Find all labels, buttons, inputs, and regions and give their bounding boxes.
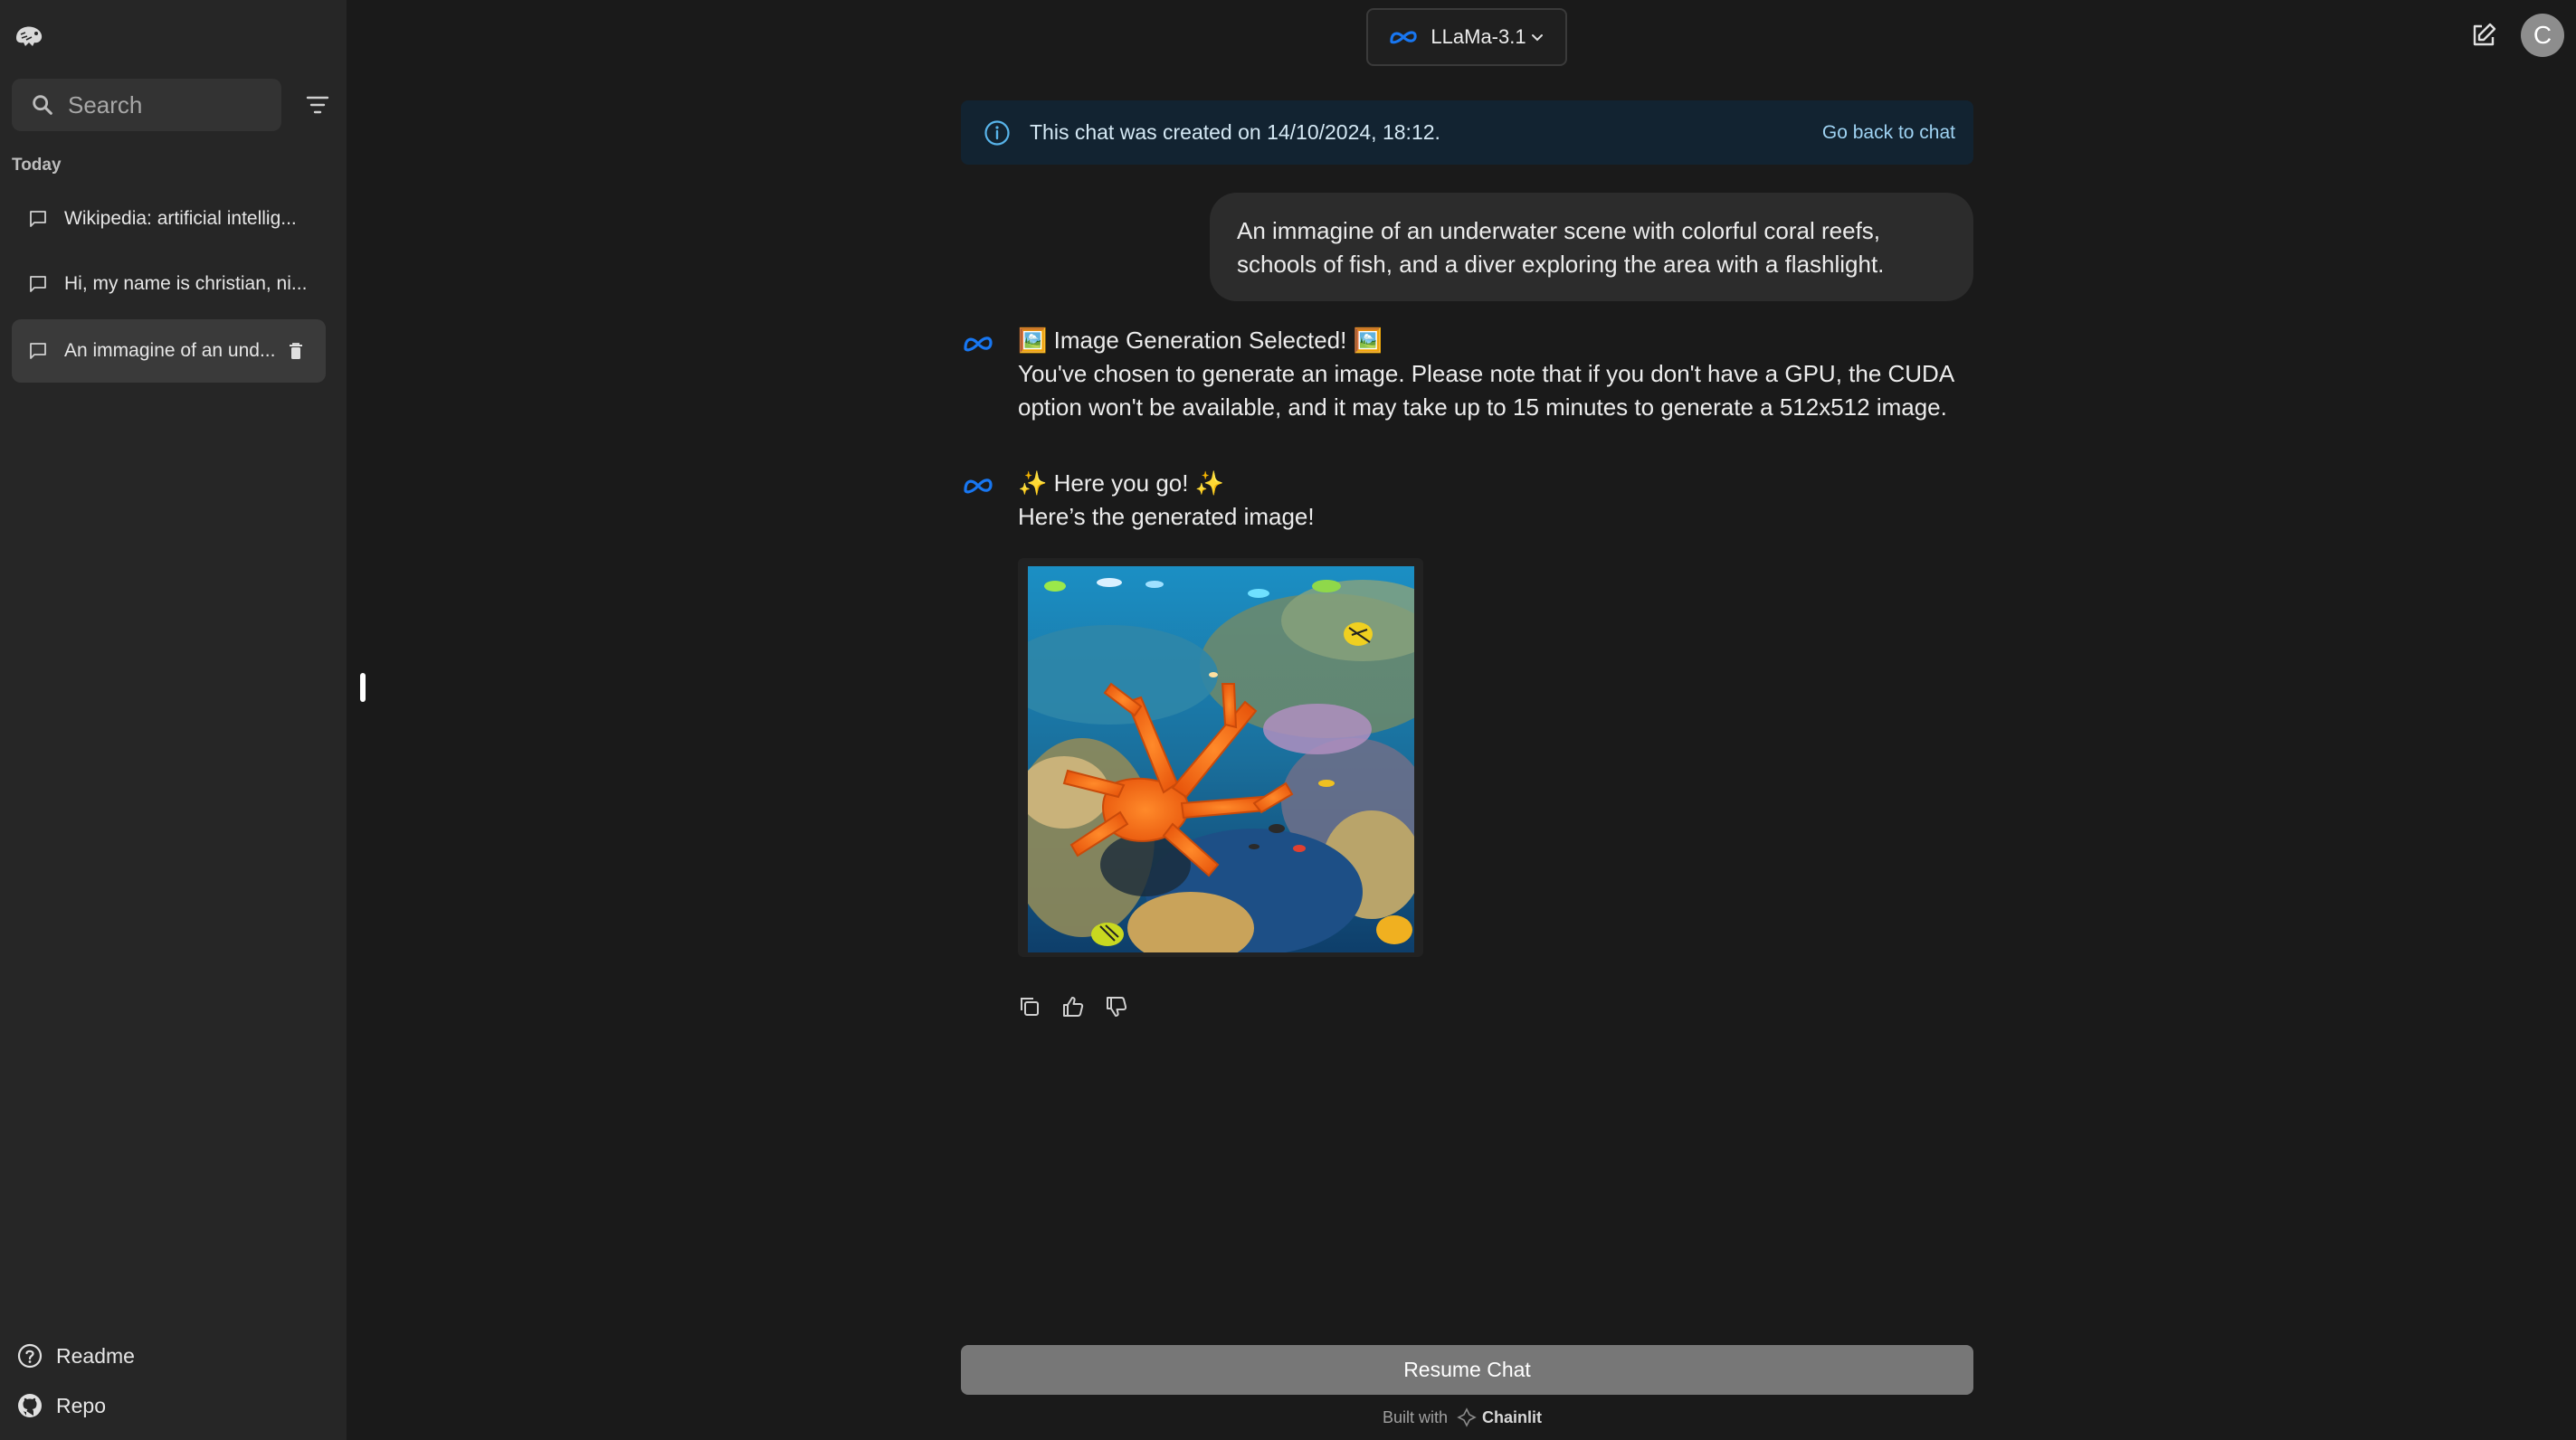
chat-bubble-icon xyxy=(30,276,46,292)
built-with-label: Built with xyxy=(1383,1407,1449,1426)
meta-logo-icon xyxy=(964,336,993,352)
info-banner: This chat was created on 14/10/2024, 18:… xyxy=(961,100,1973,165)
sidebar-resize-handle[interactable] xyxy=(360,673,366,702)
thumbs-up-icon[interactable] xyxy=(1060,994,1086,1019)
repo-label: Repo xyxy=(56,1393,106,1417)
thread-item[interactable]: Wikipedia: artificial intellig... xyxy=(12,187,326,251)
assistant-message: 🖼️ Image Generation Selected! 🖼️ You've … xyxy=(1018,324,1954,424)
assistant-message: ✨ Here you go! ✨ Here’s the generated im… xyxy=(1018,467,1315,534)
chat-bubble-icon xyxy=(30,343,46,359)
trash-icon[interactable] xyxy=(286,341,306,361)
thread-item-active[interactable]: An immagine of an und... xyxy=(12,319,326,383)
assistant-message-line: ✨ Here you go! ✨ xyxy=(1018,469,1225,497)
chainlit-brand-link[interactable]: Chainlit xyxy=(1482,1408,1542,1427)
assistant-message-line: You've chosen to generate an image. Plea… xyxy=(1018,360,1955,387)
readme-link[interactable]: Readme xyxy=(16,1342,135,1369)
go-back-to-chat-link[interactable]: Go back to chat xyxy=(1822,122,1955,144)
github-icon xyxy=(18,1394,42,1417)
thread-item[interactable]: Hi, my name is christian, ni... xyxy=(12,252,326,316)
section-label-today: Today xyxy=(12,156,62,175)
generated-coral-reef-image[interactable] xyxy=(1028,566,1414,952)
new-chat-icon[interactable] xyxy=(2469,21,2498,50)
info-icon xyxy=(984,119,1010,146)
thread-label: Hi, my name is christian, ni... xyxy=(64,273,308,294)
model-label: LLaMa-3.1 xyxy=(1431,25,1526,48)
user-message-line: An immagine of an underwater scene with … xyxy=(1237,217,1881,244)
built-with-footer: Built with Chainlit xyxy=(1383,1407,1542,1427)
app-window: Search Today Wikipedia: artificial intel… xyxy=(0,0,2576,1440)
sidebar: Search Today Wikipedia: artificial intel… xyxy=(0,0,347,1440)
search-icon xyxy=(33,95,52,115)
user-avatar[interactable]: C xyxy=(2521,14,2564,57)
help-circle-icon xyxy=(17,1343,43,1369)
assistant-message-line: Here’s the generated image! xyxy=(1018,503,1315,530)
assistant-message-line: option won't be available, and it may ta… xyxy=(1018,393,1947,421)
copy-icon[interactable] xyxy=(1017,994,1042,1019)
user-message: An immagine of an underwater scene with … xyxy=(1210,193,1973,301)
resume-chat-button[interactable]: Resume Chat xyxy=(961,1345,1973,1395)
chat-bubble-icon xyxy=(30,211,46,227)
user-message-line: schools of fish, and a diver exploring t… xyxy=(1237,251,1885,278)
repo-link[interactable]: Repo xyxy=(16,1392,106,1419)
thread-label: An immagine of an und... xyxy=(64,340,276,361)
assistant-message-line: 🖼️ Image Generation Selected! 🖼️ xyxy=(1018,327,1383,354)
filter-icon[interactable] xyxy=(304,92,331,118)
readme-label: Readme xyxy=(56,1343,135,1368)
search-input[interactable]: Search xyxy=(12,79,281,131)
meta-logo-icon xyxy=(1390,31,1418,44)
chainlit-logo-icon xyxy=(1457,1407,1477,1427)
chevron-down-icon xyxy=(1531,34,1543,42)
model-selector[interactable]: LLaMa-3.1 xyxy=(1366,8,1567,66)
banner-text: This chat was created on 14/10/2024, 18:… xyxy=(1030,120,1440,144)
thread-label: Wikipedia: artificial intellig... xyxy=(64,208,297,229)
app-logo-icon[interactable] xyxy=(13,22,45,49)
meta-logo-icon xyxy=(964,478,993,494)
thumbs-down-icon[interactable] xyxy=(1104,994,1129,1019)
search-placeholder: Search xyxy=(68,90,143,118)
generated-image-frame xyxy=(1018,558,1423,957)
